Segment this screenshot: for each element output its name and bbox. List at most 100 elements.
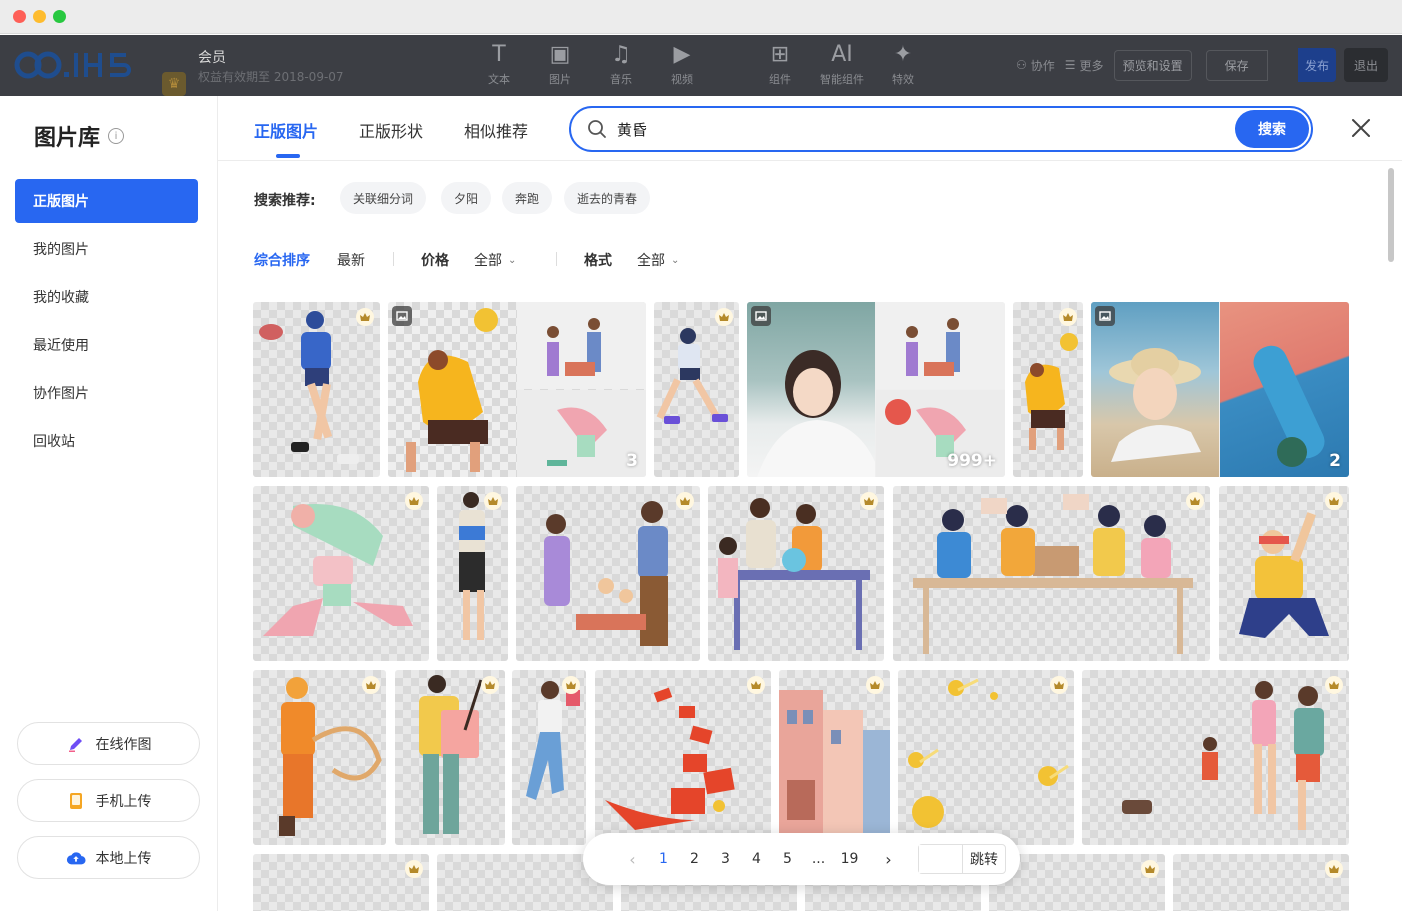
- toolbar-components-button[interactable]: ⊞ 组件: [757, 41, 803, 87]
- page-jump-input[interactable]: [919, 845, 962, 873]
- image-group-tile[interactable]: 999+: [747, 302, 1005, 477]
- premium-crown-icon: [1186, 492, 1204, 510]
- tab-similar[interactable]: 相似推荐: [464, 118, 528, 142]
- search-button[interactable]: 搜索: [1235, 110, 1309, 148]
- premium-crown-icon: [747, 676, 765, 694]
- page-number[interactable]: 2: [679, 851, 710, 867]
- reaching-coin-illustration: [406, 308, 498, 472]
- image-tile[interactable]: [516, 486, 700, 661]
- image-tile[interactable]: [253, 486, 429, 661]
- tab-licensed-shapes[interactable]: 正版形状: [359, 118, 423, 142]
- text-icon: T: [492, 42, 506, 67]
- library-main: 正版图片 正版形状 相似推荐 搜索 搜索推荐: 关联细分词 夕阳 奔跑 逝去的青…: [218, 96, 1402, 911]
- premium-crown-icon: [481, 676, 499, 694]
- close-icon[interactable]: [1350, 117, 1372, 139]
- sidebar-item-collab-images[interactable]: 协作图片: [15, 371, 198, 415]
- price-dropdown[interactable]: 全部 ⌄: [474, 250, 516, 270]
- clipboard-man-illustration: [419, 675, 483, 834]
- window-titlebar: [0, 0, 1402, 34]
- image-tile[interactable]: [1173, 854, 1349, 911]
- video-icon: ▶: [673, 42, 691, 67]
- premium-crown-icon: [1325, 492, 1343, 510]
- image-tile[interactable]: [595, 670, 771, 845]
- toolbar-video-button[interactable]: ▶ 视频: [659, 41, 705, 87]
- recommend-chip[interactable]: 奔跑: [502, 182, 553, 214]
- page-number[interactable]: 3: [710, 851, 741, 867]
- sidebar-item-licensed-images[interactable]: 正版图片: [15, 179, 198, 223]
- pen-icon: [66, 734, 86, 754]
- sidebar-item-trash[interactable]: 回收站: [15, 419, 198, 463]
- recommend-chip[interactable]: 夕阳: [441, 182, 492, 214]
- sidebar-item-recent[interactable]: 最近使用: [15, 323, 198, 367]
- image-tile[interactable]: [253, 854, 429, 911]
- image-tile[interactable]: [512, 670, 586, 845]
- save-button[interactable]: 保存: [1205, 49, 1268, 81]
- page-number[interactable]: 1: [648, 851, 679, 867]
- image-tile[interactable]: [708, 486, 884, 661]
- sort-comprehensive[interactable]: 综合排序: [254, 250, 310, 270]
- image-group-tile[interactable]: 3: [388, 302, 646, 477]
- info-icon[interactable]: i: [108, 128, 125, 144]
- member-title: 会员: [198, 50, 226, 66]
- walking-woman-illustration: [459, 492, 485, 640]
- tab-licensed-images[interactable]: 正版图片: [254, 118, 318, 142]
- prev-page-icon[interactable]: ‹: [617, 850, 648, 869]
- recommend-chip[interactable]: 逝去的青春: [564, 182, 651, 214]
- sort-newest[interactable]: 最新: [337, 250, 365, 270]
- image-tile[interactable]: [1082, 670, 1349, 845]
- close-window-button[interactable]: [13, 10, 26, 23]
- toolbar-image-button[interactable]: ▣ 图片: [537, 41, 583, 87]
- image-tile[interactable]: [893, 486, 1210, 661]
- jumping-boy-illustration: [526, 681, 580, 800]
- runner-woman-illustration: [656, 328, 728, 424]
- recommend-chip[interactable]: 关联细分词: [340, 182, 427, 214]
- exit-button[interactable]: 退出: [1344, 48, 1388, 82]
- publish-button[interactable]: 发布: [1298, 48, 1336, 82]
- premium-crown-icon: [362, 676, 380, 694]
- zoom-window-button[interactable]: [53, 10, 66, 23]
- image-tile[interactable]: [253, 670, 386, 845]
- ai-icon: AI: [831, 42, 853, 67]
- image-icon: ▣: [549, 42, 571, 67]
- image-tile[interactable]: [779, 670, 890, 845]
- toolbar-ai-button[interactable]: AI 智能组件: [812, 41, 872, 87]
- image-tile[interactable]: [253, 302, 380, 477]
- next-page-icon[interactable]: ›: [873, 850, 904, 869]
- group-count: 2: [1329, 451, 1341, 471]
- image-tile[interactable]: [1013, 302, 1083, 477]
- image-tile[interactable]: [1219, 486, 1349, 661]
- online-design-button[interactable]: 在线作图: [17, 722, 200, 765]
- local-upload-button[interactable]: 本地上传: [17, 836, 200, 879]
- athlete-illustration: [259, 311, 359, 464]
- toolbar-text-button[interactable]: T 文本: [476, 41, 522, 87]
- image-tile[interactable]: [395, 670, 505, 845]
- image-group-tile[interactable]: 2: [1091, 302, 1349, 477]
- sidebar-item-favorites[interactable]: 我的收藏: [15, 275, 198, 319]
- format-dropdown[interactable]: 全部 ⌄: [637, 250, 679, 270]
- image-tile[interactable]: [898, 670, 1074, 845]
- sidebar-item-my-images[interactable]: 我的图片: [15, 227, 198, 271]
- phone-upload-button[interactable]: 手机上传: [17, 779, 200, 822]
- minimize-window-button[interactable]: [33, 10, 46, 23]
- results-scrollbar[interactable]: [1388, 168, 1394, 262]
- girl-photo: [757, 350, 875, 477]
- more-button[interactable]: ☰ 更多: [1065, 57, 1104, 74]
- page-number[interactable]: 19: [834, 851, 865, 867]
- toolbar-effects-button[interactable]: ✦ 特效: [880, 41, 926, 87]
- member-crown-icon: ♛: [162, 72, 186, 96]
- image-tile[interactable]: [654, 302, 739, 477]
- app-logo: [14, 48, 140, 82]
- format-label: 格式: [584, 253, 612, 269]
- page-number[interactable]: 5: [772, 851, 803, 867]
- image-group-icon: [1095, 306, 1115, 326]
- running-girl-illustration: [263, 504, 413, 636]
- image-tile[interactable]: [437, 486, 508, 661]
- page-jump-button[interactable]: 跳转: [962, 845, 1005, 873]
- search-input[interactable]: [617, 115, 1177, 143]
- collab-button[interactable]: ⚇ 协作: [1016, 57, 1055, 74]
- image-group-icon: [751, 306, 771, 326]
- page-jump: 跳转: [918, 844, 1006, 874]
- toolbar-music-button[interactable]: ♫ 音乐: [598, 41, 644, 87]
- page-number[interactable]: 4: [741, 851, 772, 867]
- preview-settings-button[interactable]: 预览和设置: [1113, 49, 1192, 81]
